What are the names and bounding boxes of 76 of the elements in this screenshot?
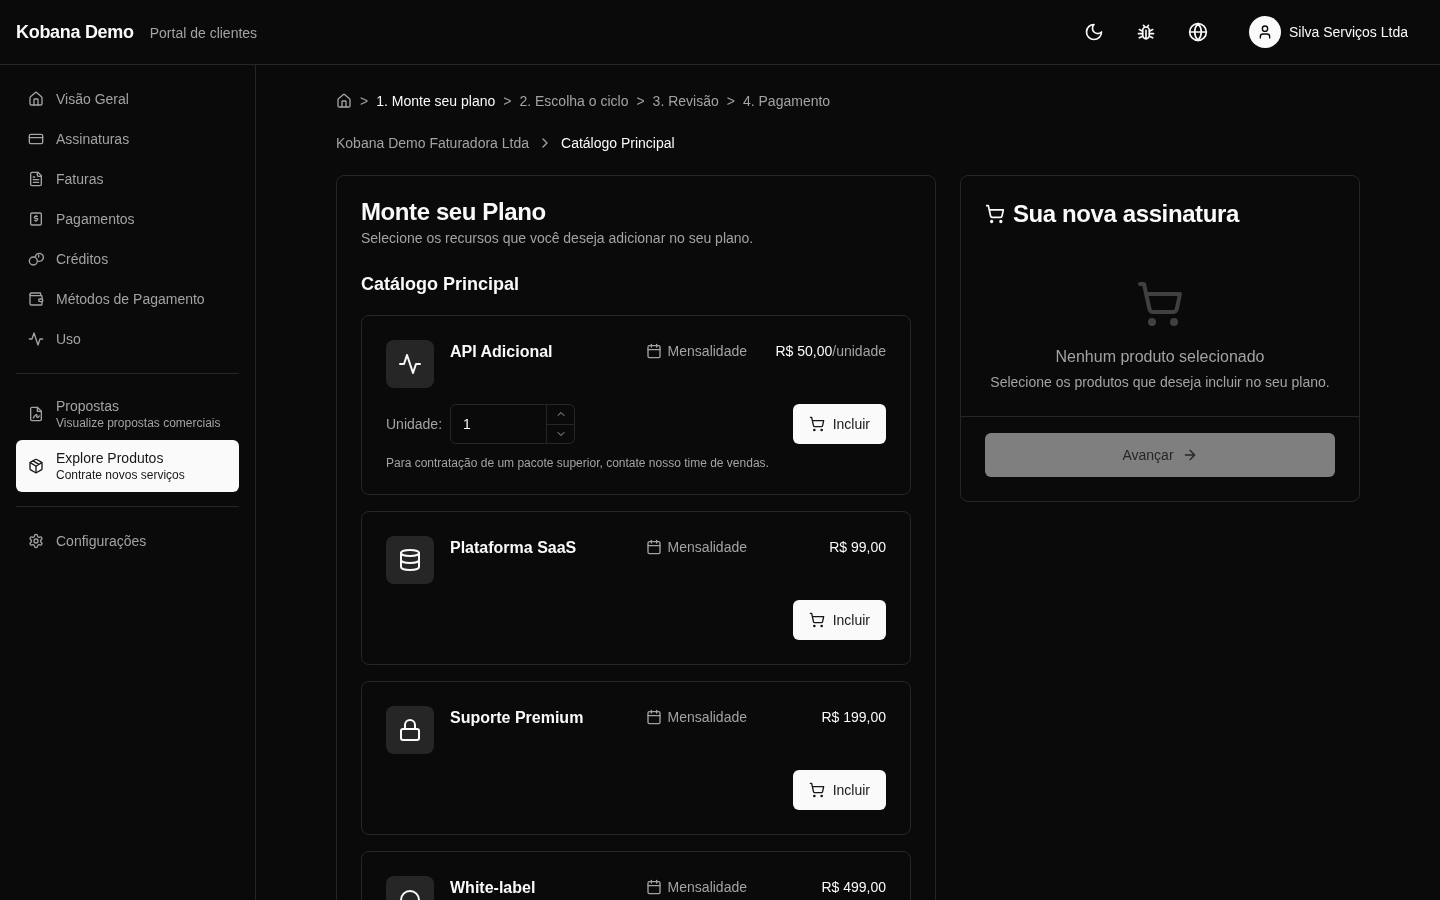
activity-icon <box>398 352 422 376</box>
settings-icon <box>28 533 44 549</box>
cart-icon <box>808 416 825 432</box>
include-button[interactable]: Incluir <box>792 770 886 810</box>
card-icon <box>28 131 44 147</box>
sidebar-item[interactable]: Visão Geral <box>16 79 239 119</box>
product-name: API Adicional <box>450 343 554 361</box>
step-separator: > <box>726 93 735 109</box>
database-icon <box>398 548 422 572</box>
product-price: R$ 50,00/unidade <box>775 343 886 359</box>
product-price: R$ 499,00 <box>820 879 886 895</box>
activity-icon <box>28 331 44 347</box>
empty-cart-text: Selecione os produtos que deseja incluir no seu plano. <box>990 374 1330 390</box>
product-name: Suporte Premium <box>450 709 585 727</box>
calendar-icon <box>645 879 662 895</box>
bug-icon <box>1135 22 1156 42</box>
user-menu[interactable]: Silva Serviços Ltda <box>1248 16 1408 48</box>
breadcrumb-item[interactable]: Kobana Demo Faturadora Ltda <box>336 135 529 151</box>
step-separator: > <box>360 93 369 109</box>
sidebar-item[interactable]: Uso <box>16 319 239 359</box>
cart-icon <box>985 204 1005 224</box>
package-icon <box>28 458 44 474</box>
calendar-icon <box>645 539 662 555</box>
catalog-title: Catálogo Principal <box>361 274 521 295</box>
sidebar-item[interactable]: Métodos de Pagamento <box>16 279 239 319</box>
product-note: Para contratação de um pacote superior, contate nosso time de vendas. <box>386 456 770 470</box>
quantity-input[interactable]: 1 <box>451 405 547 443</box>
include-button[interactable]: Incluir <box>792 404 886 444</box>
user-name: Silva Serviços Ltda <box>1288 24 1408 40</box>
theme-icon <box>1083 22 1104 42</box>
cart-icon <box>1136 280 1184 328</box>
product-price: R$ 199,00 <box>820 709 886 725</box>
sidebar-item[interactable]: Pagamentos <box>16 199 239 239</box>
language-icon <box>1187 22 1208 42</box>
dollar-document-icon <box>28 211 44 227</box>
sidebar-item[interactable]: Assinaturas <box>16 119 239 159</box>
signed-document-icon <box>28 406 44 422</box>
document-icon <box>28 171 44 187</box>
billing-period: Mensalidade <box>667 709 747 725</box>
breadcrumb-item: Catálogo Principal <box>561 135 675 151</box>
include-button[interactable]: Incluir <box>792 600 886 640</box>
calendar-icon <box>645 709 662 725</box>
cart-icon <box>808 612 825 628</box>
sidebar-item[interactable]: Configurações <box>16 521 239 561</box>
cart-icon <box>808 782 825 798</box>
sidebar-item[interactable]: Propostas Visualize propostas comerciais <box>16 388 239 440</box>
step-link[interactable]: 4. Pagamento <box>742 93 831 109</box>
quantity-field[interactable]: 1 <box>450 404 576 444</box>
quantity-label: Unidade: <box>386 416 443 432</box>
step-link[interactable]: 3. Revisão <box>652 93 719 109</box>
product-price: R$ 99,00 <box>828 539 886 555</box>
plan-description: Selecione os recursos que você deseja adicionar no seu plano. <box>361 230 755 246</box>
step-separator: > <box>503 93 512 109</box>
house-icon <box>336 93 352 109</box>
coins-icon <box>28 251 44 267</box>
sidebar-item[interactable]: Explore Produtos Contrate novos serviços <box>16 440 239 492</box>
sidebar-item[interactable]: Faturas <box>16 159 239 199</box>
plan-title: Monte seu Plano <box>361 198 547 226</box>
billing-period: Mensalidade <box>667 343 747 359</box>
step-link[interactable]: 2. Escolha o ciclo <box>519 93 629 109</box>
lock-icon <box>398 718 422 742</box>
home-link[interactable] <box>336 93 352 109</box>
step-separator: > <box>636 93 645 109</box>
wallet-icon <box>28 291 44 307</box>
product-name: Plataforma SaaS <box>450 539 578 557</box>
portal-subtitle: Portal de clientes <box>149 24 258 41</box>
empty-cart-title: Nenhum produto selecionado <box>1055 348 1265 366</box>
product-name: White-label <box>450 879 537 897</box>
house-icon <box>28 91 44 107</box>
sidebar-item[interactable]: Créditos <box>16 239 239 279</box>
calendar-icon <box>645 343 662 359</box>
step-link[interactable]: 1. Monte seu plano <box>376 93 496 109</box>
billing-period: Mensalidade <box>667 539 747 555</box>
brand-name: Kobana Demo <box>16 21 134 43</box>
cart-title: Sua nova assinatura <box>1013 200 1239 228</box>
billing-period: Mensalidade <box>667 879 747 895</box>
